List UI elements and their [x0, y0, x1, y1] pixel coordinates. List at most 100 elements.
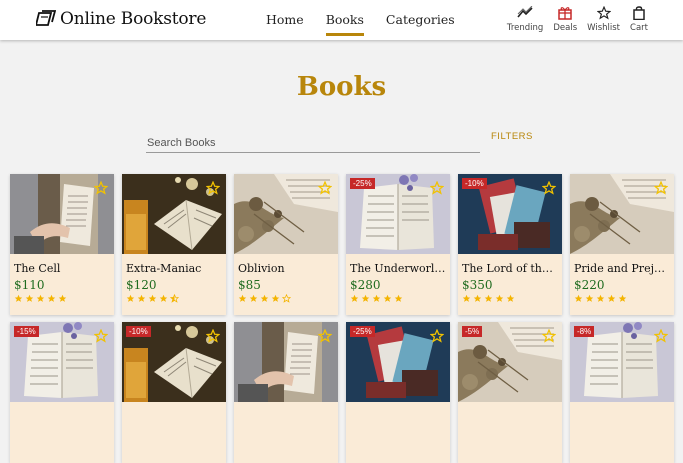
- star-filled-icon: [249, 294, 258, 302]
- favorite-star-icon[interactable]: [205, 180, 221, 195]
- book-title: The Cell: [14, 262, 61, 275]
- book-card[interactable]: Oblivion $85: [234, 174, 338, 315]
- book-card[interactable]: -10% The Lord of the Rings $350: [458, 174, 562, 315]
- star-filled-icon: [47, 294, 56, 302]
- favorite-star-icon[interactable]: [317, 180, 333, 195]
- star-filled-icon: [574, 294, 583, 302]
- rating-stars: [350, 294, 403, 303]
- favorite-star-icon[interactable]: [93, 180, 109, 195]
- star-filled-icon: [14, 294, 23, 302]
- star-outline-icon: [596, 6, 611, 20]
- star-filled-icon: [350, 294, 359, 302]
- favorite-star-icon[interactable]: [429, 328, 445, 343]
- book-card[interactable]: -5%: [458, 322, 562, 463]
- star-filled-icon: [36, 294, 45, 302]
- deals-button[interactable]: Deals: [553, 6, 577, 33]
- rating-stars: [238, 294, 291, 303]
- star-filled-icon: [58, 294, 67, 302]
- discount-badge: -25%: [350, 326, 375, 337]
- star-filled-icon: [372, 294, 381, 302]
- book-title: The Lord of the Rings: [462, 262, 558, 275]
- star-filled-icon: [506, 294, 515, 302]
- book-card[interactable]: Extra-Maniac $120: [122, 174, 226, 315]
- nav-home[interactable]: Home: [266, 12, 304, 35]
- shopping-bag-icon: [633, 6, 645, 20]
- book-price: $110: [14, 278, 45, 292]
- discount-badge: -5%: [462, 326, 483, 337]
- star-filled-icon: [596, 294, 605, 302]
- star-half-icon: [170, 294, 179, 303]
- favorite-star-icon[interactable]: [541, 180, 557, 195]
- trending-icon: [517, 6, 533, 20]
- star-filled-icon: [137, 294, 146, 302]
- nav-categories[interactable]: Categories: [386, 12, 455, 35]
- book-title: Extra-Maniac: [126, 262, 202, 275]
- book-price: $85: [238, 278, 261, 292]
- star-filled-icon: [126, 294, 135, 302]
- star-filled-icon: [394, 294, 403, 302]
- discount-badge: -10%: [462, 178, 487, 189]
- star-filled-icon: [383, 294, 392, 302]
- favorite-star-icon[interactable]: [541, 328, 557, 343]
- book-card[interactable]: [234, 322, 338, 463]
- favorite-star-icon[interactable]: [93, 328, 109, 343]
- filters-button[interactable]: FILTERS: [491, 131, 533, 142]
- star-filled-icon: [462, 294, 471, 302]
- book-title: Oblivion: [238, 262, 285, 275]
- book-title: Pride and Prejudice: [574, 262, 670, 275]
- star-filled-icon: [260, 294, 269, 302]
- star-filled-icon: [618, 294, 627, 302]
- star-filled-icon: [585, 294, 594, 302]
- header-actions: Trending Deals Wishlist Cart: [507, 6, 648, 33]
- rating-stars: [462, 294, 515, 303]
- wishlist-button[interactable]: Wishlist: [587, 6, 620, 33]
- book-price: $280: [350, 278, 381, 292]
- discount-badge: -15%: [14, 326, 39, 337]
- favorite-star-icon[interactable]: [653, 328, 669, 343]
- wishlist-label: Wishlist: [587, 23, 621, 33]
- main-nav: Home Books Categories: [266, 12, 455, 36]
- rating-stars: [126, 294, 179, 303]
- star-filled-icon: [238, 294, 247, 302]
- book-title: The Underworlds: [350, 262, 446, 275]
- page-title: Books: [296, 72, 387, 102]
- favorite-star-icon[interactable]: [653, 180, 669, 195]
- star-filled-icon: [271, 294, 280, 302]
- favorite-star-icon[interactable]: [205, 328, 221, 343]
- star-empty-icon: [282, 294, 291, 303]
- nav-books[interactable]: Books: [325, 12, 365, 36]
- trending-button[interactable]: Trending: [507, 6, 543, 33]
- discount-badge: -25%: [350, 178, 375, 189]
- favorite-star-icon[interactable]: [317, 328, 333, 343]
- book-logo-icon: [36, 9, 56, 29]
- book-price: $350: [462, 278, 493, 292]
- deals-label: Deals: [553, 23, 578, 33]
- search-input[interactable]: [146, 134, 480, 153]
- star-filled-icon: [484, 294, 493, 302]
- book-card[interactable]: -25% The Underworlds $280: [346, 174, 450, 315]
- cart-button[interactable]: Cart: [630, 6, 648, 33]
- book-card[interactable]: -15%: [10, 322, 114, 463]
- brand-name: Online Bookstore: [60, 9, 207, 29]
- book-card[interactable]: The Cell $110: [10, 174, 114, 315]
- star-filled-icon: [25, 294, 34, 302]
- rating-stars: [14, 294, 67, 303]
- book-card[interactable]: Pride and Prejudice $220: [570, 174, 674, 315]
- star-filled-icon: [159, 294, 168, 302]
- gift-icon: [558, 6, 572, 20]
- book-card[interactable]: -10%: [122, 322, 226, 463]
- discount-badge: -8%: [574, 326, 595, 337]
- book-card[interactable]: -8%: [570, 322, 674, 463]
- cart-label: Cart: [630, 23, 648, 33]
- book-card[interactable]: -25%: [346, 322, 450, 463]
- brand[interactable]: Online Bookstore: [36, 9, 206, 29]
- rating-stars: [574, 294, 627, 303]
- star-filled-icon: [607, 294, 616, 302]
- top-navbar: Online Bookstore Home Books Categories T…: [0, 0, 683, 40]
- discount-badge: -10%: [126, 326, 151, 337]
- star-filled-icon: [473, 294, 482, 302]
- favorite-star-icon[interactable]: [429, 180, 445, 195]
- star-filled-icon: [148, 294, 157, 302]
- star-filled-icon: [495, 294, 504, 302]
- trending-label: Trending: [506, 23, 544, 33]
